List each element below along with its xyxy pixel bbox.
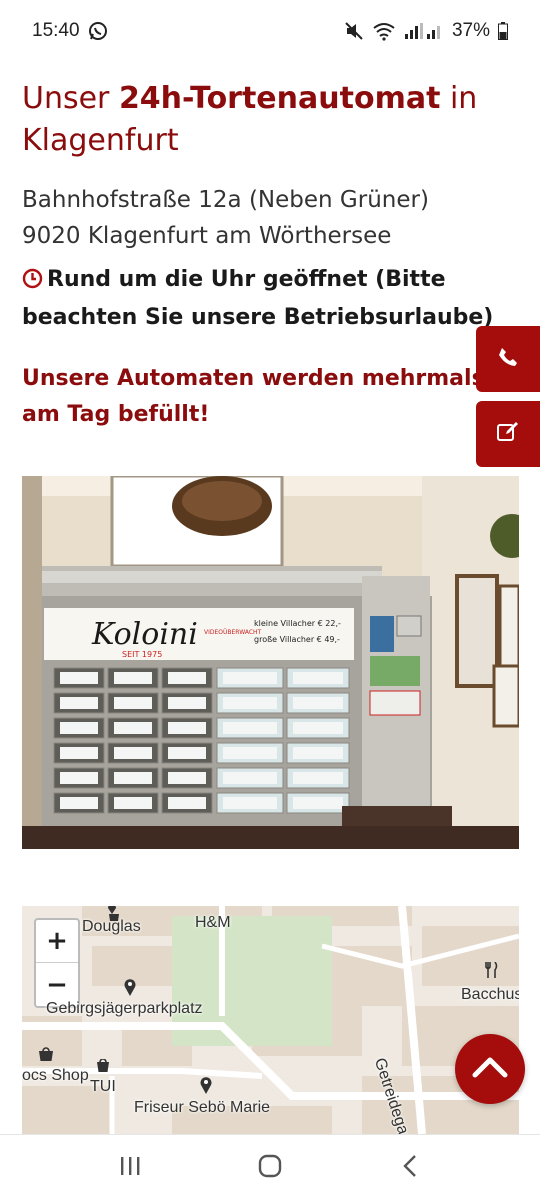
battery-icon [498, 22, 508, 40]
battery-percent: 37% [451, 20, 490, 41]
map-label-bacchus[interactable]: Bacchus [461, 986, 519, 1004]
scroll-to-top-button[interactable] [455, 1034, 525, 1104]
compartment-window [223, 747, 277, 759]
compartment-window [60, 797, 98, 809]
map-label-hm[interactable]: H&M [195, 914, 231, 932]
compartment-window [60, 772, 98, 784]
compartment-window [168, 772, 206, 784]
photo-since: SEIT 1975 [122, 650, 162, 659]
map-label-parking[interactable]: Gebirgsjägerparkplatz [46, 1000, 203, 1018]
compartment-window [223, 722, 277, 734]
compartment-window [223, 772, 277, 784]
compartment-window [60, 747, 98, 759]
vending-machine-photo: Koloini SEIT 1975 VIDEOÜBERWACHT kleine … [22, 476, 519, 849]
address-block: Bahnhofstraße 12a (Neben Grüner) 9020 Kl… [22, 182, 492, 254]
zoom-in-button[interactable]: + [36, 920, 78, 963]
location-pin-icon[interactable] [123, 978, 137, 1000]
chevron-up-icon [472, 1056, 508, 1082]
compartment-window [114, 672, 152, 684]
recent-apps-button[interactable] [100, 1138, 160, 1198]
wifi-icon [372, 21, 396, 41]
title-prefix: Unser [22, 81, 119, 116]
compartment-window [114, 722, 152, 734]
photo-brand: Koloini [91, 617, 198, 652]
page-title: Unser 24h-Tortenautomat in Klagenfurt [22, 78, 492, 162]
compartment-window [60, 697, 98, 709]
phone-button[interactable] [476, 326, 540, 392]
address-line-1: Bahnhofstraße 12a (Neben Grüner) [22, 187, 429, 213]
home-button[interactable] [240, 1138, 300, 1198]
page-content: Unser 24h-Tortenautomat in Klagenfurt Ba… [22, 78, 522, 433]
address-line-2: 9020 Klagenfurt am Wörthersee [22, 223, 392, 249]
phone-icon [497, 346, 519, 372]
system-nav-bar [0, 1134, 540, 1200]
photo-price-small: kleine Villacher € 22,- [254, 619, 341, 628]
whatsapp-icon [88, 21, 108, 41]
opening-hours: Rund um die Uhr geöffnet (Bitte beachten… [22, 262, 522, 335]
compartment-window [168, 747, 206, 759]
compartment-window [168, 722, 206, 734]
compartment-window [60, 672, 98, 684]
compartment-window [223, 672, 277, 684]
edit-icon [496, 420, 520, 448]
shopping-bag-icon[interactable] [38, 1046, 54, 1065]
photo-tag: VIDEOÜBERWACHT [204, 629, 262, 636]
back-icon [402, 1154, 418, 1182]
compartment-window [223, 697, 277, 709]
compartment-window [293, 722, 343, 734]
compartment-window [114, 747, 152, 759]
mute-icon [344, 21, 364, 41]
status-bar: 15:40 37% [0, 0, 540, 62]
home-icon [257, 1153, 283, 1183]
status-time: 15:40 [32, 20, 80, 41]
compartment-window [114, 797, 152, 809]
location-map[interactable]: + − Douglas H&M Gebirgsjägerparkplatz Ba… [22, 906, 519, 1134]
refill-notice: Unsere Automaten werden mehrmals am Tag … [22, 366, 485, 427]
compartment-window [114, 772, 152, 784]
map-label-friseur[interactable]: Friseur Sebö Marie [134, 1099, 270, 1117]
compartment-window [60, 722, 98, 734]
hours-text: Rund um die Uhr geöffnet (Bitte beachten… [22, 267, 494, 330]
photo-price-large: große Villacher € 49,- [254, 635, 340, 644]
compartment-window [293, 672, 343, 684]
title-bold: 24h-Tortenautomat [118, 81, 441, 116]
shop-icon[interactable] [96, 1058, 110, 1077]
contact-form-button[interactable] [476, 401, 540, 467]
compartment-window [168, 672, 206, 684]
compartment-window [168, 797, 206, 809]
salon-pin-icon[interactable] [199, 1076, 213, 1098]
back-button[interactable] [380, 1138, 440, 1198]
compartment-window [223, 797, 277, 809]
status-left: 15:40 [32, 20, 108, 42]
compartment-window [293, 697, 343, 709]
map-label-tui[interactable]: TUI [90, 1078, 116, 1096]
restaurant-icon[interactable] [485, 961, 499, 982]
compartment-window [293, 797, 343, 809]
shop-pin-icon[interactable] [107, 906, 121, 925]
status-right: 37% [344, 20, 508, 42]
compartment-window [293, 772, 343, 784]
compartment-window [168, 697, 206, 709]
clock-icon [22, 265, 43, 300]
compartment-window [293, 747, 343, 759]
recent-apps-icon [118, 1155, 142, 1181]
map-zoom-control: + − [34, 918, 80, 1008]
compartment-window [114, 697, 152, 709]
map-label-ocs-shop[interactable]: ocs Shop [22, 1067, 89, 1085]
signal-icon [404, 21, 444, 41]
